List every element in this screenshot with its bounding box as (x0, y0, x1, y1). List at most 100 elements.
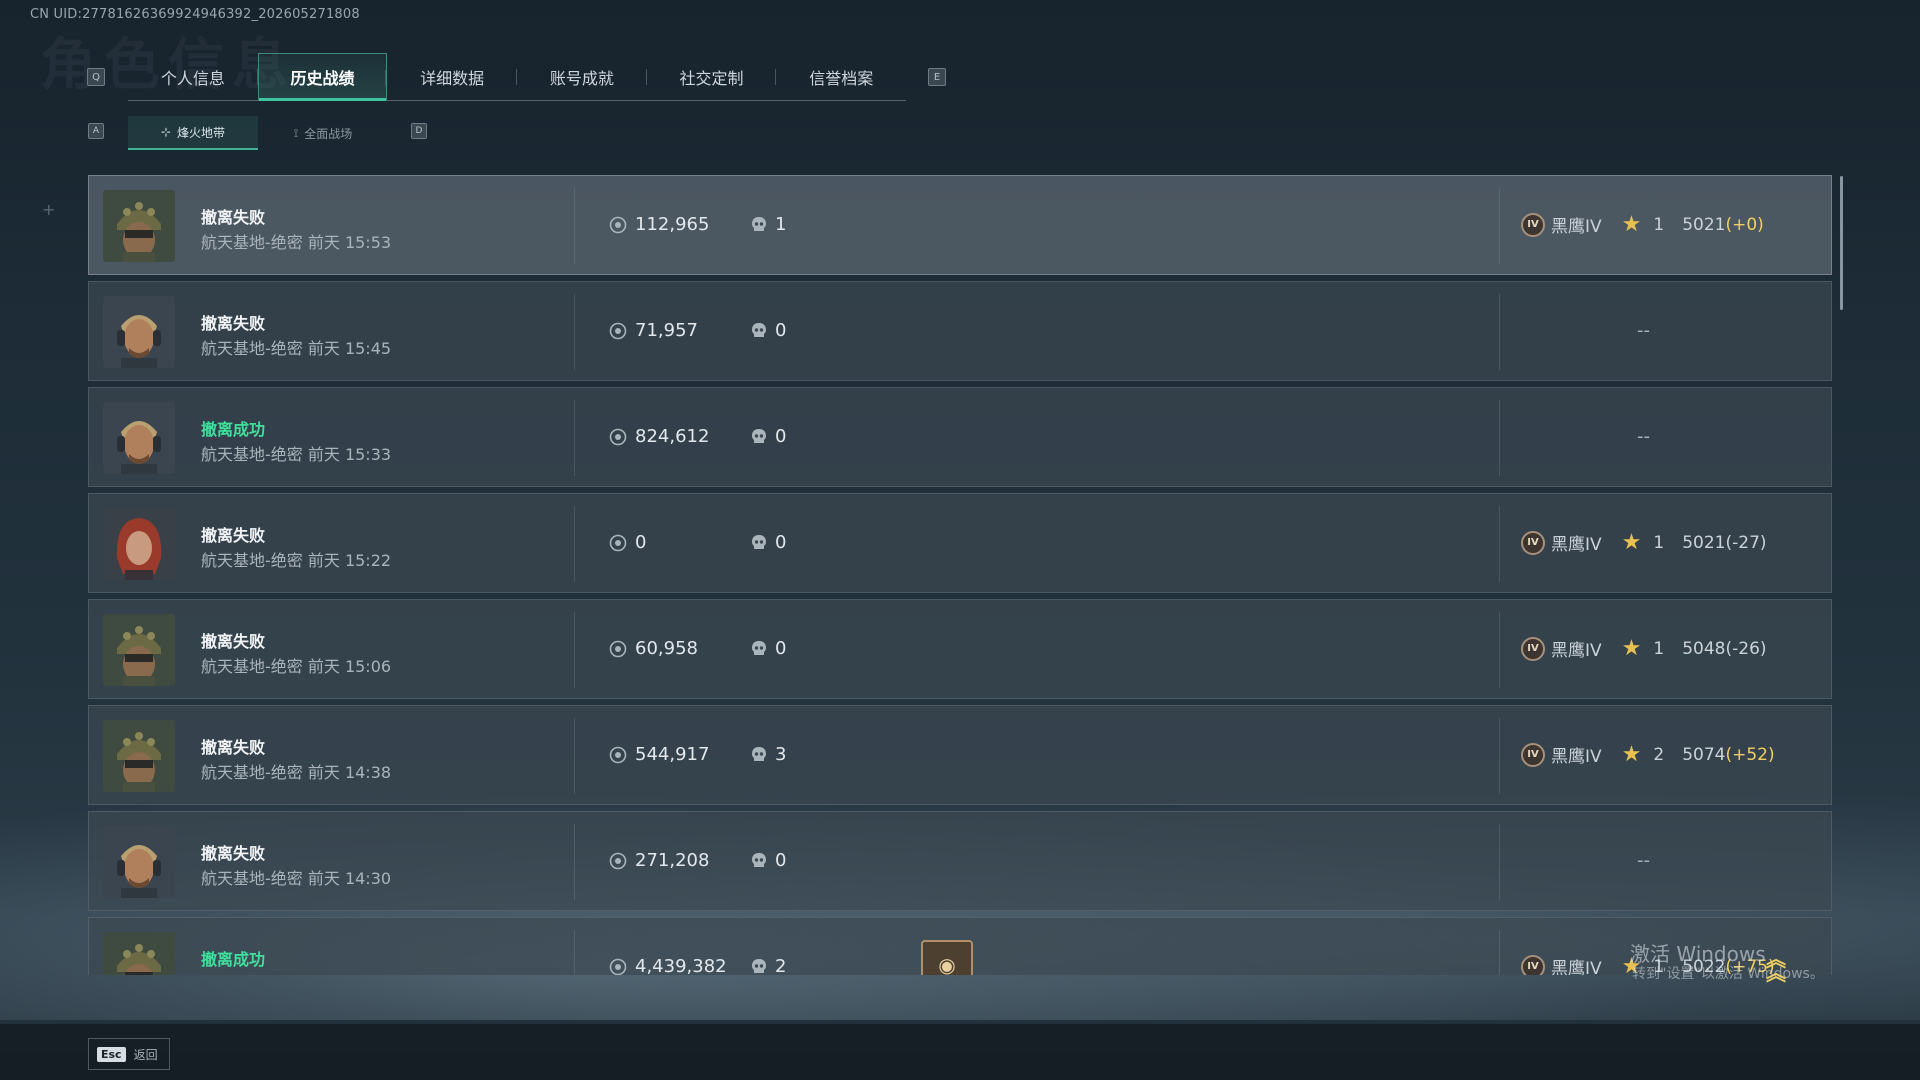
column-divider (1499, 400, 1500, 476)
rank-score-delta: (-26) (1725, 638, 1767, 659)
rank-info: IV 黑鹰IV ★ 2 5074(+52) (1521, 742, 1775, 767)
coin-icon (609, 428, 627, 445)
rank-badge-icon: IV (1521, 954, 1545, 975)
rank-score-value: 5074 (1682, 744, 1726, 765)
match-record-row[interactable]: 撤离成功航天基地-绝密 前天 ...4,439,3822◉IV黑鹰IV★1502… (88, 917, 1832, 975)
extraction-status: 撤离失败 (201, 844, 266, 863)
extraction-status: 撤离失败 (201, 632, 266, 651)
prev-subtab-key[interactable]: A (88, 123, 104, 139)
extraction-status: 撤离成功 (201, 950, 266, 969)
kill-count-text: 0 (775, 426, 787, 447)
skull-icon (752, 640, 766, 655)
match-record-row[interactable]: 撤离失败 航天基地-绝密 前天 15:06 60,958 0 IV 黑鹰IV ★ 1 5048(… (88, 599, 1832, 699)
kill-count: 1 (751, 214, 786, 235)
match-record-row[interactable]: 撤离成功 航天基地-绝密 前天 15:33 824,612 0 -- (88, 387, 1832, 487)
match-record-row[interactable]: 撤离失败 航天基地-绝密 前天 15:45 71,957 0 -- (88, 281, 1832, 381)
tab-match-history[interactable]: 历史战绩 (257, 53, 388, 101)
tab-achievements[interactable]: 账号成就 (517, 53, 647, 100)
operator-avatar (103, 508, 175, 580)
map-and-time: 航天基地-绝密 前天 15:22 (201, 551, 392, 570)
column-divider (1499, 718, 1500, 794)
loot-value-text: 271,208 (635, 850, 710, 871)
tab-detailed-data[interactable]: 详细数据 (387, 53, 517, 100)
loot-value-text: 544,917 (635, 744, 710, 765)
operator-avatar (103, 296, 175, 368)
no-rank-placeholder: -- (1637, 320, 1650, 341)
column-divider (1499, 188, 1500, 264)
rank-badge-icon: IV (1521, 742, 1545, 767)
column-divider (1499, 612, 1500, 688)
next-subtab-key[interactable]: D (411, 123, 427, 139)
rank-score-value: 5021 (1682, 532, 1726, 553)
loot-value-text: 71,957 (635, 320, 698, 341)
coin-icon (609, 958, 627, 975)
windows-activation-hint: 转到"设置"以激活 Windows。 (1632, 966, 1824, 982)
coin-icon (609, 852, 627, 869)
coin-icon (609, 216, 627, 233)
extraction-status: 撤离失败 (201, 526, 266, 545)
rifle-icon: ⟟ (293, 125, 299, 140)
column-divider (574, 930, 575, 975)
map-and-time: 航天基地-绝密 前天 14:38 (201, 763, 392, 782)
player-uid: CN UID:27781626369924946392_202605271808 (30, 7, 360, 22)
kill-count: 0 (751, 320, 786, 341)
skull-icon (752, 216, 766, 231)
rank-name: 黑鹰IV (1551, 641, 1602, 661)
tab-social-custom[interactable]: 社交定制 (647, 53, 777, 100)
medal-icon: ◉ (921, 940, 973, 975)
star-icon: ★ (1621, 212, 1642, 237)
tab-personal-info[interactable]: 个人信息 (128, 53, 258, 100)
match-record-row[interactable]: 撤离失败 航天基地-绝密 前天 14:38 544,917 3 IV 黑鹰IV ★ 2 5074… (88, 705, 1832, 805)
list-scrollbar[interactable] (1840, 176, 1843, 310)
coin-icon (609, 746, 627, 763)
rank-info: IV 黑鹰IV ★ 1 5021(+0) (1521, 212, 1764, 237)
bottom-bar (0, 1024, 1920, 1080)
kill-count-text: 0 (775, 532, 787, 553)
skull-icon (752, 958, 766, 973)
match-record-row[interactable]: 撤离失败 航天基地-绝密 前天 15:22 0 0 IV 黑鹰IV ★ 1 5021(-27) (88, 493, 1832, 593)
subtab-hazard-zone[interactable]: ⊹ 烽火地带 (128, 116, 258, 150)
match-record-row[interactable]: 撤离失败航天基地-绝密 前天 15:53 112,965 1 IV 黑鹰IV ★ 1 5021… (88, 175, 1832, 275)
column-divider (574, 188, 575, 264)
star-icon: ★ (1621, 530, 1642, 555)
rank-badge-icon: IV (1521, 636, 1545, 661)
loot-value-text: 824,612 (635, 426, 710, 447)
column-divider (574, 718, 575, 794)
star-count: 2 (1653, 744, 1665, 765)
rank-score-value: 5048 (1682, 638, 1726, 659)
column-divider (1499, 930, 1500, 975)
rank-name: 黑鹰IV (1551, 959, 1602, 975)
skull-icon (752, 746, 766, 761)
match-record-list[interactable]: 撤离失败 航天基地-绝密 前天 15:53 112,965 1 IV 黑鹰IV ★ 1 5021… (88, 175, 1832, 975)
column-divider (1499, 294, 1500, 370)
extraction-status: 撤离失败 (201, 208, 266, 227)
column-divider (574, 400, 575, 476)
rank-score: 5021(+0) (1682, 215, 1764, 235)
loot-value: 60,958 (609, 638, 698, 659)
column-divider (1499, 824, 1500, 900)
back-button[interactable]: Esc 返回 (88, 1038, 170, 1070)
rank-up-chevron-icon: ︽ ︽ (1766, 947, 1786, 985)
coin-icon (609, 322, 627, 339)
rank-info: IV 黑鹰IV ★ 1 5021(-27) (1521, 530, 1767, 555)
match-record-row[interactable]: 撤离失败 航天基地-绝密 前天 14:30 271,208 0 -- (88, 811, 1832, 911)
prev-tab-key[interactable]: Q (87, 68, 105, 86)
map-and-time: 航天基地-绝密 前天 15:53 (201, 233, 392, 252)
rank-score-delta: (+0) (1725, 214, 1764, 235)
subtab-full-battlefield[interactable]: ⟟ 全面战场 (258, 116, 388, 150)
operator-avatar (103, 826, 175, 898)
rank-score-value: 5021 (1682, 214, 1726, 235)
map-and-time: 航天基地-绝密 前天 15:45 (201, 339, 392, 358)
loot-value: 112,965 (609, 214, 709, 235)
tab-credit-record[interactable]: 信誉档案 (776, 53, 906, 100)
next-tab-key[interactable]: E (928, 68, 946, 86)
map-and-time: 航天基地-绝密 前天 14:30 (201, 869, 392, 888)
coin-icon (609, 534, 627, 551)
rank-badge-icon: IV (1521, 530, 1545, 555)
kill-count: 0 (751, 638, 786, 659)
star-count: 1 (1653, 638, 1665, 659)
skull-icon (752, 852, 766, 867)
coin-icon (609, 640, 627, 657)
star-count: 1 (1653, 532, 1665, 553)
map-and-time: 航天基地-绝密 前天 15:33 (201, 445, 392, 464)
